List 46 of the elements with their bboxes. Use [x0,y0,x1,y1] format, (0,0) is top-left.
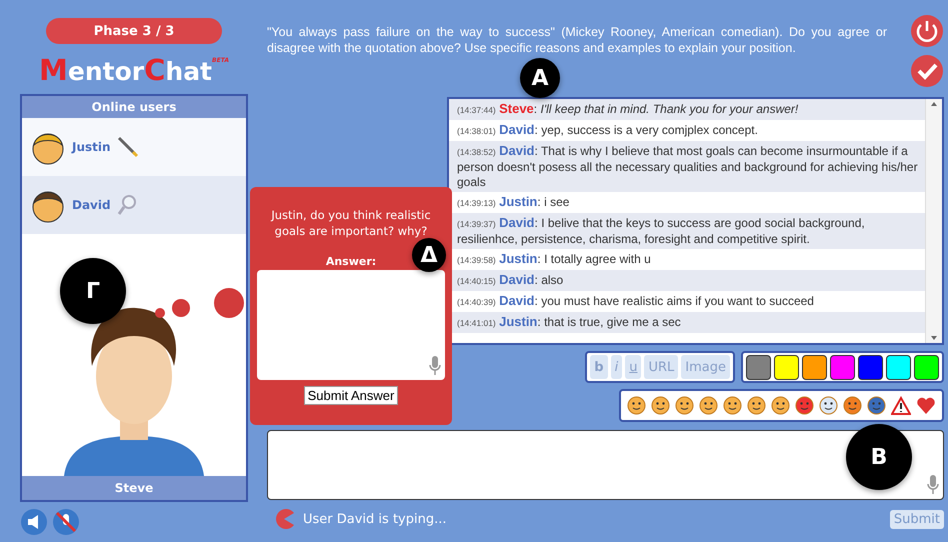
popup-question: Justin, do you think realistic goals are important? why? [270,207,432,239]
warning-icon[interactable] [891,396,911,416]
color-swatch[interactable] [886,354,911,380]
typing-status: User David is typing... [303,512,446,526]
microphone-icon[interactable] [927,475,939,495]
microphone-icon[interactable] [429,356,441,376]
speaker-icon[interactable] [20,508,48,536]
chat-message: (14:41:01) Justin: that is true, give me a sec [449,312,925,333]
heart-icon[interactable] [916,396,936,414]
callout-marker: A [520,58,560,98]
user-name: David [72,198,111,212]
chat-message: (14:37:44) Steve: I'll keep that in mind. Thank you for your answer! [449,99,925,120]
submit-button[interactable]: Submit [890,510,944,528]
chat-message: (14:40:15) David: also [449,270,925,291]
color-swatch[interactable] [774,354,799,380]
color-swatch[interactable] [802,354,827,380]
muted-microphone-icon[interactable] [52,508,80,536]
color-swatch[interactable] [830,354,855,380]
format-button[interactable]: b [590,355,608,379]
user-row[interactable]: Justin [22,118,246,176]
color-swatch[interactable] [914,354,939,380]
format-button[interactable]: u [625,355,642,379]
checkmark-icon[interactable] [910,54,944,88]
discussion-question: "You always pass failure on the way to success" (Mickey Rooney, American comedian). Do you agree or disagree with the quotation above? Use specific reasons and examples to explain your position. [267,24,887,56]
scrollbar[interactable] [925,99,942,343]
message-input[interactable] [267,430,944,500]
power-icon[interactable] [910,14,944,48]
format-button[interactable]: Image [681,355,730,379]
color-swatch[interactable] [858,354,883,380]
user-row[interactable]: David [22,176,246,234]
submit-answer-button[interactable]: Submit Answer [304,386,398,405]
answer-label: Answer: [326,255,376,268]
smiley-icon[interactable] [627,396,646,415]
format-button[interactable]: i [610,355,622,379]
magnifier-icon [116,194,137,216]
pacman-icon [273,508,295,530]
chat-message: (14:39:37) David: I belive that the keys to success are good social background, resilienhce, persistence, charisma, foresight and competitive spirit. [449,213,925,249]
color-swatch[interactable] [746,354,771,380]
phase-indicator: Phase 3 / 3 [46,18,222,44]
agent-name: Steve [22,476,246,500]
user-name: Justin [72,140,111,154]
pencil-icon [116,136,139,158]
chat-message: (14:38:52) David: That is why I believe that most goals can become insurmountable if a person doesn't posess all the necessary qualities and background for achieving his/her goals [449,141,925,192]
panel-title: Online users [22,96,246,118]
format-button[interactable]: URL [644,355,678,379]
answer-field[interactable] [257,270,445,380]
